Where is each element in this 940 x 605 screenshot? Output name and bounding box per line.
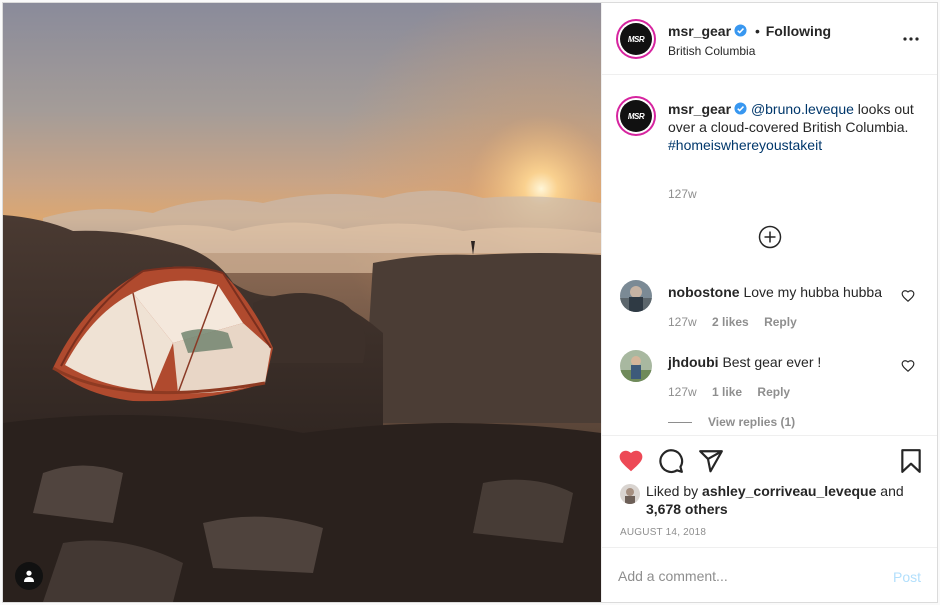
verified-badge-icon — [734, 24, 747, 37]
others-link[interactable]: 3,678 others — [646, 501, 728, 517]
paper-plane-icon[interactable] — [698, 448, 724, 474]
comment-likes[interactable]: 2 likes — [712, 315, 749, 329]
commenter-avatar[interactable] — [620, 280, 652, 312]
msr-logo: MSR — [620, 23, 652, 55]
comment-text: jhdoubi Best gear ever ! — [668, 354, 821, 370]
person-icon — [24, 570, 34, 582]
post-header: MSR msr_gear • Following British Columbi… — [602, 3, 937, 75]
caption-username[interactable]: msr_gear — [668, 101, 731, 117]
mention-link[interactable]: @bruno.leveque — [751, 101, 854, 117]
caption-text: msr_gear @bruno.leveque looks out over a… — [668, 100, 923, 154]
likes-text: Liked by ashley_corriveau_leveque and 3,… — [620, 482, 920, 518]
likes-and: and — [880, 483, 904, 499]
liker-username[interactable]: ashley_corriveau_leveque — [702, 483, 876, 499]
plus-circle-icon[interactable] — [758, 225, 782, 249]
post-date[interactable]: AUGUST 14, 2018 — [620, 527, 706, 538]
sunset-tent-image — [3, 3, 601, 602]
comment-text: nobostone Love my hubba hubba — [668, 284, 882, 300]
msr-logo: MSR — [620, 100, 652, 132]
reply-button[interactable]: Reply — [764, 315, 797, 329]
liker-avatar[interactable] — [620, 484, 640, 504]
location-link[interactable]: British Columbia — [668, 44, 755, 58]
comment-body: Best gear ever ! — [722, 354, 822, 370]
separator-dot: • — [754, 23, 760, 39]
comment-time[interactable]: 127w — [668, 315, 697, 329]
comment-username[interactable]: jhdoubi — [668, 354, 719, 370]
heart-outline-icon[interactable] — [901, 359, 915, 373]
comment-input[interactable] — [618, 564, 878, 588]
tagged-users-button[interactable] — [15, 562, 43, 590]
view-replies-label: View replies (1) — [708, 415, 796, 429]
caption-avatar[interactable]: MSR — [616, 96, 656, 136]
comment-meta: 127w 1 like Reply — [668, 385, 802, 399]
post-actions: Liked by ashley_corriveau_leveque and 3,… — [602, 435, 937, 547]
header-title: msr_gear • Following — [668, 23, 831, 39]
avatar-photo — [620, 280, 652, 312]
divider-line — [668, 422, 692, 424]
reply-button[interactable]: Reply — [757, 385, 790, 399]
ellipsis-icon[interactable] — [901, 31, 921, 47]
liked-by-prefix: Liked by — [646, 483, 699, 499]
heart-filled-icon[interactable] — [618, 448, 644, 474]
avatar-photo — [620, 484, 640, 504]
post-sidebar: MSR msr_gear • Following British Columbi… — [601, 3, 937, 602]
comment-likes[interactable]: 1 like — [712, 385, 742, 399]
view-replies-button[interactable]: View replies (1) — [668, 415, 795, 429]
bookmark-icon[interactable] — [898, 448, 924, 474]
hashtag-link[interactable]: #homeiswhereyoustakeit — [668, 137, 822, 153]
comment-time[interactable]: 127w — [668, 385, 697, 399]
add-comment-bar: Post — [602, 547, 937, 602]
likes-summary: Liked by ashley_corriveau_leveque and 3,… — [620, 482, 920, 518]
username-link[interactable]: msr_gear — [668, 23, 731, 39]
comment-bubble-icon[interactable] — [658, 448, 684, 474]
comment-body: Love my hubba hubba — [743, 284, 882, 300]
comment-meta: 127w 2 likes Reply — [668, 315, 809, 329]
verified-badge-icon — [734, 102, 747, 115]
caption-timestamp[interactable]: 127w — [668, 187, 697, 201]
post-button[interactable]: Post — [893, 569, 921, 585]
post-photo[interactable] — [3, 3, 601, 602]
profile-avatar[interactable]: MSR — [616, 19, 656, 59]
following-button[interactable]: Following — [766, 23, 831, 39]
heart-outline-icon[interactable] — [901, 289, 915, 303]
comment-username[interactable]: nobostone — [668, 284, 740, 300]
commenter-avatar[interactable] — [620, 350, 652, 382]
avatar-photo — [620, 350, 652, 382]
post-dialog: MSR msr_gear • Following British Columbi… — [2, 2, 938, 603]
